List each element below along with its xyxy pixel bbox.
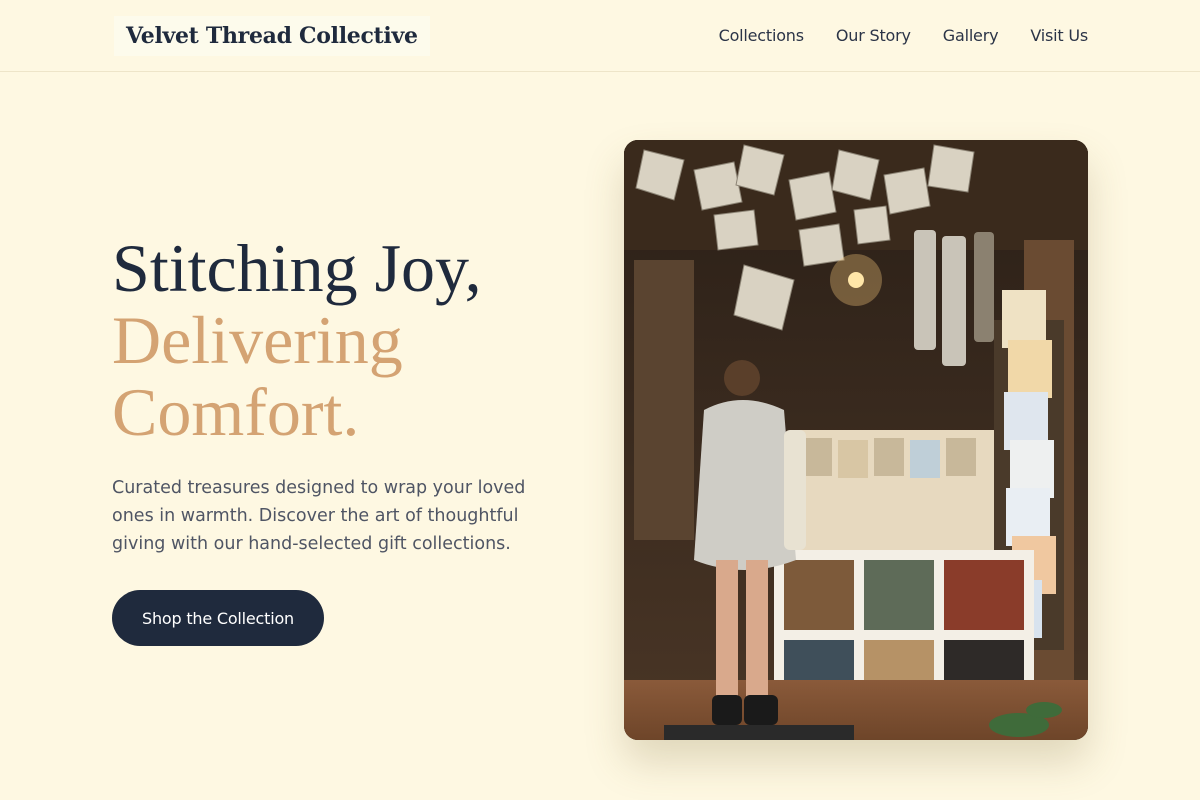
bookshop-photo [624,140,1088,740]
hero-title-line1: Stitching Joy, [112,230,482,306]
hero-title-line2: Delivering [112,302,403,378]
shop-collection-button[interactable]: Shop the Collection [112,590,324,646]
nav-link-visit-us[interactable]: Visit Us [1030,24,1088,48]
main-nav: Collections Our Story Gallery Visit Us [719,24,1089,48]
hero-title-line3: Comfort. [112,374,360,450]
nav-link-collections[interactable]: Collections [719,24,804,48]
brand-logo[interactable]: Velvet Thread Collective [114,16,430,56]
hero-title: Stitching Joy, Delivering Comfort. [112,232,482,448]
nav-link-gallery[interactable]: Gallery [943,24,999,48]
nav-link-our-story[interactable]: Our Story [836,24,911,48]
hero-image [624,140,1088,740]
site-header: Velvet Thread Collective Collections Our… [0,0,1200,72]
hero-subtitle: Curated treasures designed to wrap your … [112,478,526,554]
